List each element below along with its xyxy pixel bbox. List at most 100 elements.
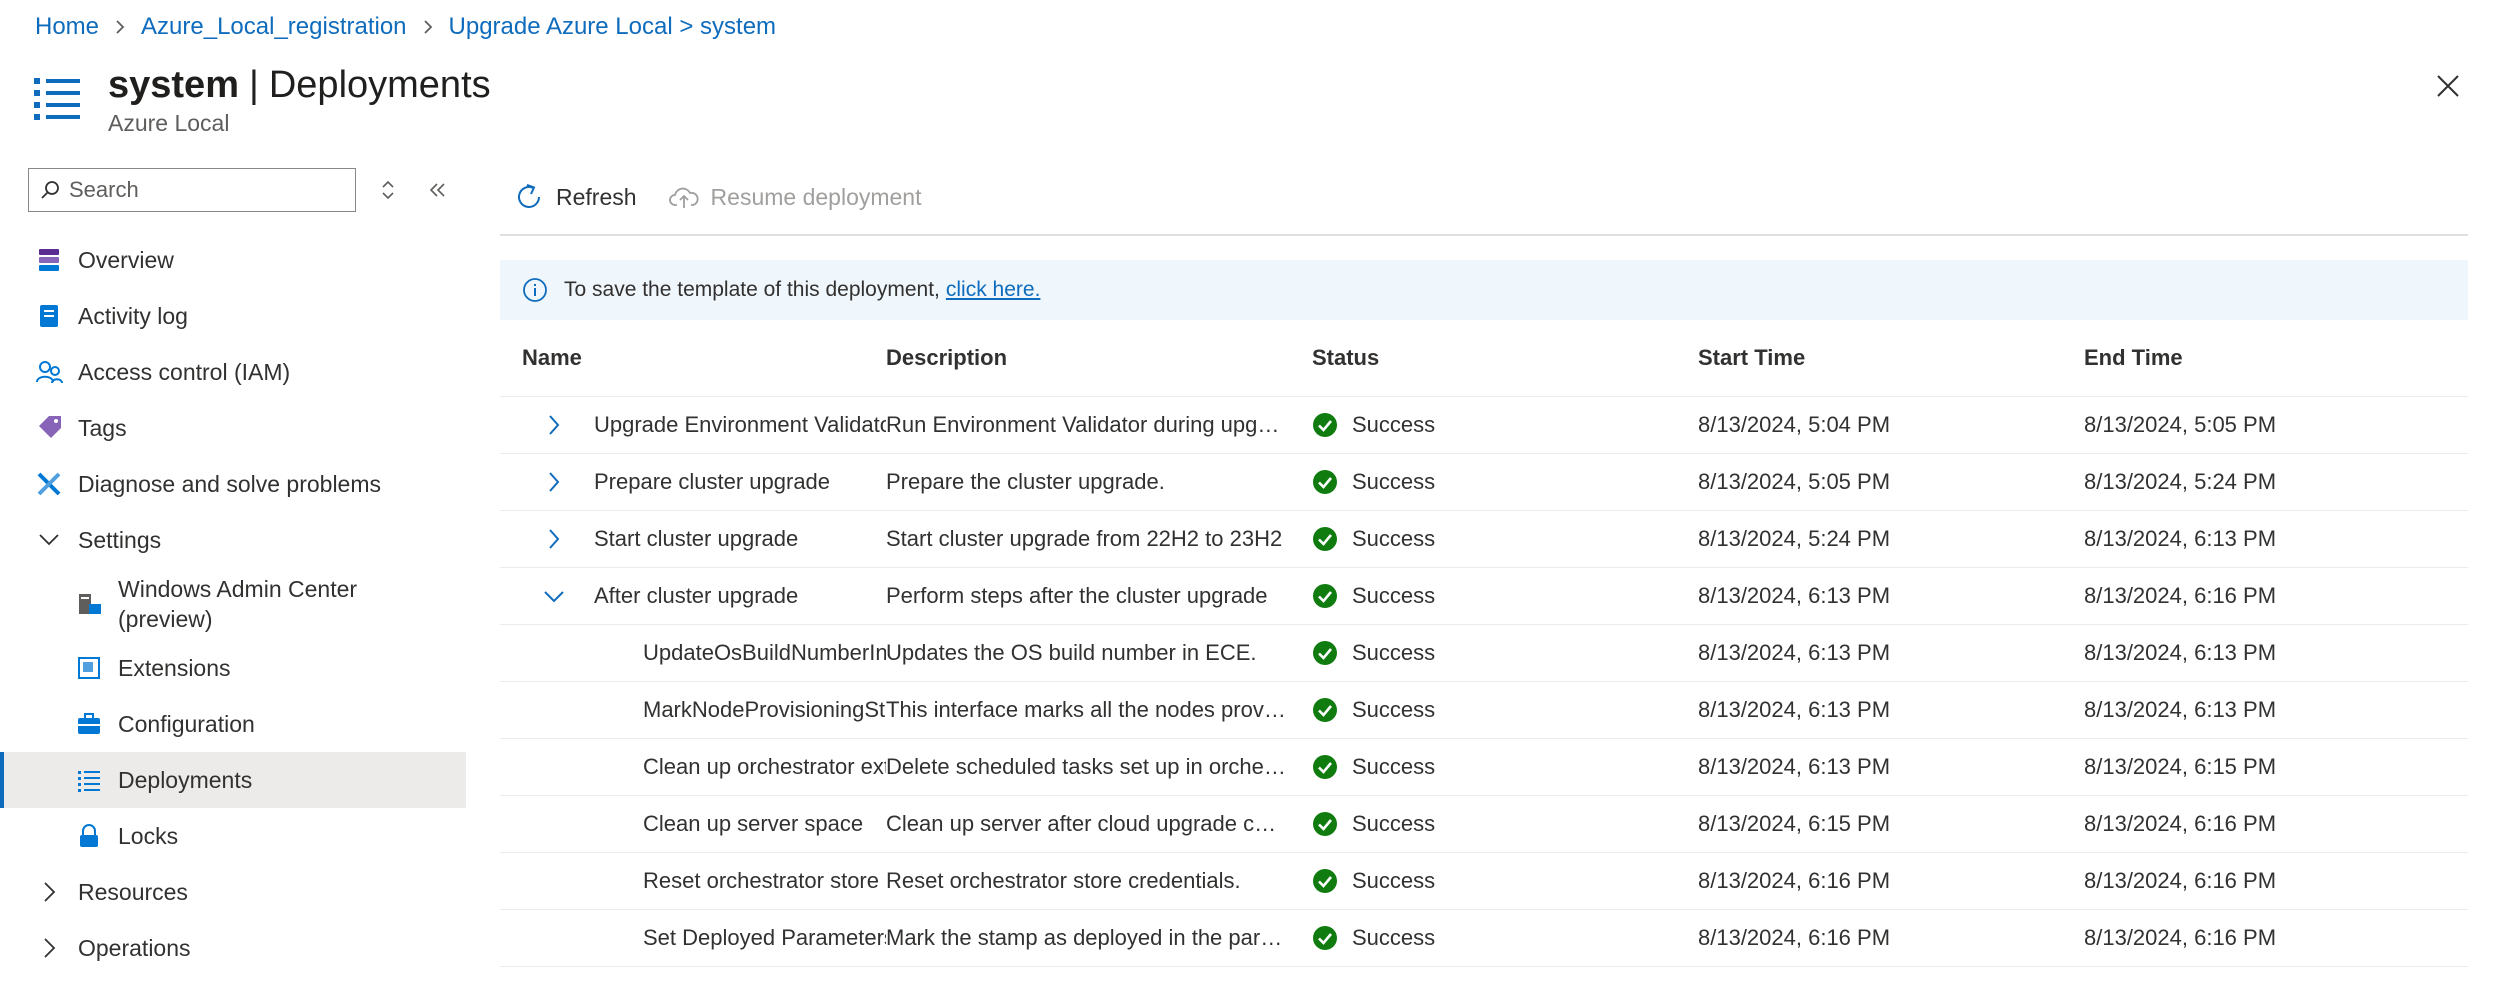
column-header-status[interactable]: Status [1312, 320, 1698, 397]
breadcrumb-upgrade[interactable]: Upgrade Azure Local > system [449, 13, 777, 41]
row-description: Prepare the cluster upgrade. [886, 468, 1165, 494]
table-row[interactable]: MarkNodeProvisioningStateThis interface … [500, 681, 2468, 739]
table-row[interactable]: Prepare cluster upgrade Prepare the clust… [500, 453, 2468, 511]
cell-end-time: 8/13/2024, 5:05 PM [2084, 396, 2468, 454]
row-description: Updates the OS build number in ECE. [886, 639, 1257, 665]
resume-deployment-button[interactable]: Resume deployment [667, 180, 922, 214]
sidebar-item-label: Locks [118, 822, 179, 849]
column-header-start-time[interactable]: Start Time [1698, 320, 2084, 397]
table-row[interactable]: Clean up server space Clean up server aft… [500, 795, 2468, 853]
cell-end-time: 8/13/2024, 6:13 PM [2084, 510, 2468, 568]
cell-name: Clean up server space [500, 795, 886, 853]
table-row[interactable]: Clean up orchestrator extensionDelete sc… [500, 738, 2468, 796]
sidebar-item-label: Diagnose and solve problems [78, 470, 382, 497]
column-header-name[interactable]: Name [500, 320, 886, 397]
chevron-right-icon [113, 18, 127, 36]
success-check-icon [1312, 640, 1338, 666]
cell-description: Reset orchestrator store credentials. [886, 852, 1312, 910]
cell-description: Start cluster upgrade from 22H2 to 23H2 [886, 510, 1312, 568]
cell-status: Success [1312, 795, 1698, 853]
sidebar-item-access-control[interactable]: Access control (IAM) [0, 344, 466, 400]
cell-name: Upgrade Environment Validator [500, 396, 886, 454]
sidebar-item-label: Extensions [118, 654, 231, 681]
status-text: Success [1352, 924, 1436, 950]
row-name: Clean up server space [643, 810, 864, 836]
breadcrumb-registration[interactable]: Azure_Local_registration [141, 13, 407, 41]
info-icon [520, 275, 550, 305]
table-row[interactable]: Start cluster upgrade Start cluster upgra… [500, 510, 2468, 568]
status-text: Success [1352, 468, 1436, 494]
deployments-table: Name Description Status Start Time End T… [500, 320, 2468, 967]
sidebar-item-locks[interactable]: Locks [0, 808, 466, 864]
cell-name: Clean up orchestrator extension [500, 738, 886, 796]
sidebar-item-operations[interactable]: Operations [0, 920, 466, 976]
cell-start-time: 8/13/2024, 6:15 PM [1698, 795, 2084, 853]
column-header-description[interactable]: Description [886, 320, 1312, 397]
cell-description: Perform steps after the cluster upgrade [886, 567, 1312, 625]
row-description: Mark the stamp as deployed in the parame… [886, 924, 1286, 950]
column-header-end-time[interactable]: End Time [2084, 320, 2468, 397]
row-name: MarkNodeProvisioningState [643, 696, 886, 722]
cell-status: Success [1312, 738, 1698, 796]
cell-end-time: 8/13/2024, 6:16 PM [2084, 909, 2468, 967]
table-row[interactable]: UpdateOsBuildNumberInECEUpdates the OS b… [500, 624, 2468, 682]
collapse-sidebar-button[interactable] [420, 172, 456, 208]
up-down-chevron-icon [382, 180, 394, 200]
table-row[interactable]: Reset orchestrator store Reset orchestrat… [500, 852, 2468, 910]
expand-row-button[interactable] [534, 519, 574, 559]
cell-description: This interface marks all the nodes provi… [886, 681, 1312, 739]
table-row[interactable]: Set Deployed Parameters Mark the stamp as… [500, 909, 2468, 967]
cell-description: Mark the stamp as deployed in the parame… [886, 909, 1312, 967]
resource-name: system [108, 64, 239, 106]
row-name: Clean up orchestrator extension [643, 753, 886, 779]
sidebar-item-label: Configuration [118, 710, 255, 737]
overview-icon [34, 245, 64, 275]
success-check-icon [1312, 469, 1338, 495]
success-check-icon [1312, 412, 1338, 438]
collapse-row-button[interactable] [534, 576, 574, 616]
cell-description: Updates the OS build number in ECE. [886, 624, 1312, 682]
success-check-icon [1312, 754, 1338, 780]
breadcrumb-home[interactable]: Home [35, 13, 99, 41]
cell-name: Reset orchestrator store [500, 852, 886, 910]
cell-description: Delete scheduled tasks set up in orchest… [886, 738, 1312, 796]
row-name: After cluster upgrade [594, 582, 799, 608]
deployments-list-icon [30, 70, 86, 126]
sidebar-item-deployments[interactable]: Deployments [0, 752, 466, 808]
close-button[interactable] [2430, 68, 2466, 104]
cell-status: Success [1312, 510, 1698, 568]
table-row[interactable]: After cluster upgrade Perform steps after… [500, 567, 2468, 625]
row-description: This interface marks all the nodes provi… [886, 696, 1286, 722]
resume-deployment-label: Resume deployment [710, 183, 922, 210]
table-row[interactable]: Upgrade Environment Validator Run Environ… [500, 396, 2468, 454]
row-name: UpdateOsBuildNumberInECE [643, 639, 886, 665]
sidebar-item-resources[interactable]: Resources [0, 864, 466, 920]
row-description: Run Environment Validator during upgrade [886, 411, 1286, 437]
row-description: Delete scheduled tasks set up in orchest… [886, 753, 1286, 779]
refresh-button[interactable]: Refresh [512, 180, 637, 214]
sidebar-item-diagnose[interactable]: Diagnose and solve problems [0, 456, 466, 512]
sidebar-item-tags[interactable]: Tags [0, 400, 466, 456]
search-box[interactable] [28, 168, 356, 212]
sidebar-item-settings[interactable]: Settings [0, 512, 466, 568]
expand-row-button[interactable] [534, 405, 574, 445]
expand-row-button[interactable] [534, 462, 574, 502]
cell-start-time: 8/13/2024, 6:13 PM [1698, 738, 2084, 796]
cell-status: Success [1312, 396, 1698, 454]
sort-button[interactable] [370, 172, 406, 208]
save-template-link[interactable]: click here. [946, 278, 1041, 302]
page-header: system | Deployments Azure Local [30, 62, 491, 137]
success-check-icon [1312, 925, 1338, 951]
row-name: Reset orchestrator store [643, 867, 879, 893]
sidebar-item-windows-admin-center[interactable]: Windows Admin Center (preview) [0, 568, 466, 640]
search-input[interactable] [69, 177, 339, 203]
cell-end-time: 8/13/2024, 5:24 PM [2084, 453, 2468, 511]
sidebar-item-activity-log[interactable]: Activity log [0, 288, 466, 344]
sidebar-item-configuration[interactable]: Configuration [0, 696, 466, 752]
status-text: Success [1352, 411, 1436, 437]
status-text: Success [1352, 696, 1436, 722]
toolbar: Refresh Resume deployment [500, 160, 2468, 236]
sidebar-item-overview[interactable]: Overview [0, 232, 466, 288]
sidebar-item-extensions[interactable]: Extensions [0, 640, 466, 696]
chevron-down-icon [542, 588, 566, 604]
